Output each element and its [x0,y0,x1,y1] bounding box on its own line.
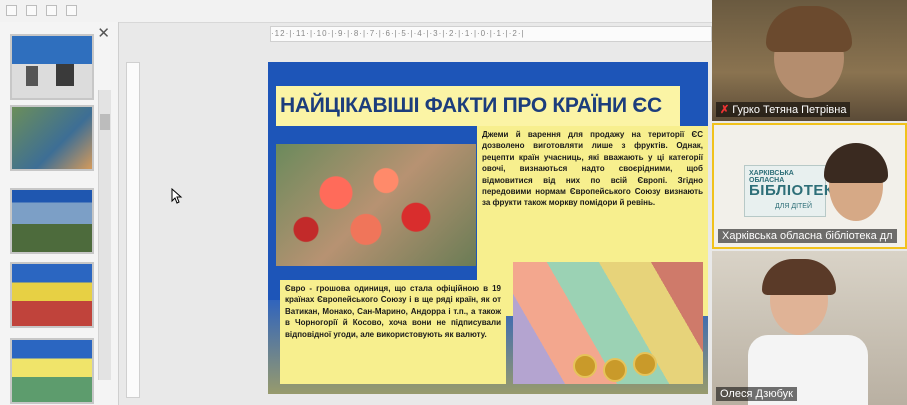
slide-thumbnail-1[interactable] [10,34,94,100]
participant-hair [766,6,852,52]
euro-banknotes-photo[interactable] [513,262,703,384]
toolbar-icon-4[interactable] [66,5,77,16]
toolbar-icon-2[interactable] [26,5,37,16]
slide-thumbnail-3[interactable] [10,188,94,254]
slide-thumbnail-5[interactable] [10,338,94,404]
participant-name-1: ✗ Гурко Тетяна Петрівна [716,102,851,117]
video-tile-1[interactable]: ✗ Гурко Тетяна Петрівна [712,0,907,121]
participant-name-2: Харківська обласна бібліотека дл [718,229,897,243]
slide-title[interactable]: НАЙЦІКАВІШІ ФАКТИ ПРО КРАЇНИ ЄС [280,94,662,118]
participant-name-3: Олеся Дзюбук [716,387,797,401]
video-tile-3[interactable]: Олеся Дзюбук [712,251,907,405]
participant-hair [762,259,836,295]
toolbar-icon-1[interactable] [6,5,17,16]
vertical-ruler [126,62,140,398]
toolbar-icon-3[interactable] [46,5,57,16]
slide-canvas[interactable]: НАЙЦІКАВІШІ ФАКТИ ПРО КРАЇНИ ЄС Джеми й … [268,62,708,394]
video-tile-2[interactable]: ХАРКІВСЬКА ОБЛАСНА БІБЛІОТЕКА ДЛЯ ДІТЕЙ … [712,123,907,249]
scrollbar-knob[interactable] [100,114,110,130]
slide-thumbnail-4[interactable] [10,262,94,328]
thumbnail-scrollbar[interactable] [98,90,111,380]
window-toolbar [0,0,712,23]
library-banner: ХАРКІВСЬКА ОБЛАСНА БІБЛІОТЕКА ДЛЯ ДІТЕЙ [744,165,844,217]
muted-mic-icon: ✗ [720,104,730,116]
participant-hair [824,143,888,183]
tomato-photo[interactable] [276,144,476,266]
slide-text-bottom[interactable]: Євро - грошова одиниця, що стала офіційн… [280,280,506,384]
close-icon[interactable]: ✕ [97,24,110,42]
horizontal-ruler: ·12·|·11·|·10·|·9·|·8·|·7·|·6·|·5·|·4·|·… [270,26,712,42]
slide-thumbnail-2[interactable] [10,105,94,171]
